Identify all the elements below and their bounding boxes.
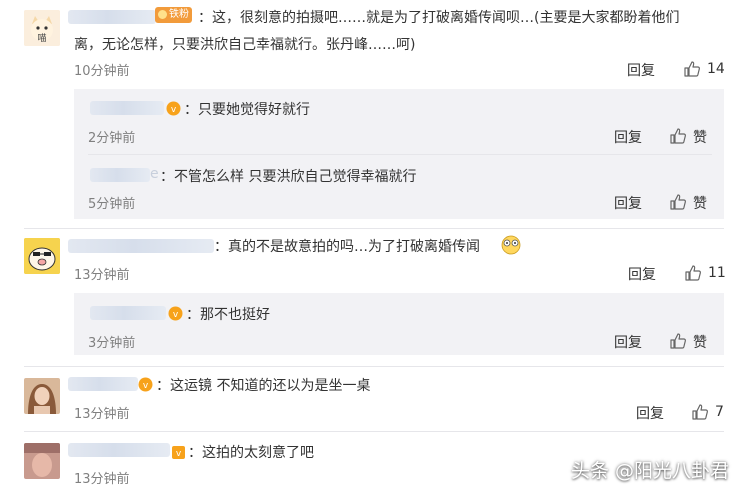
avatar[interactable] — [24, 443, 60, 479]
cat-avatar-icon: 喵 — [24, 10, 60, 46]
comment-text-continued: 离，无论怎样，只要洪欣自己幸福就行。张丹峰……呵) — [74, 37, 416, 53]
like-button-label[interactable]: 赞 — [693, 193, 707, 213]
reply-button[interactable]: 回复 — [628, 264, 656, 284]
reply-button[interactable]: 回复 — [614, 127, 642, 147]
username[interactable] — [68, 443, 170, 457]
thumbs-up-icon[interactable] — [691, 403, 709, 421]
pig-avatar-icon — [24, 238, 60, 274]
timestamp: 10分钟前 — [74, 64, 130, 79]
svg-text:v: v — [143, 381, 149, 391]
thumbs-up-icon[interactable] — [684, 264, 702, 282]
svg-text:v: v — [171, 105, 177, 115]
timestamp: 5分钟前 — [88, 197, 136, 212]
vip-icon: v — [166, 101, 181, 116]
reply-button[interactable]: 回复 — [636, 403, 664, 423]
avatar[interactable]: 喵 — [24, 10, 60, 46]
username[interactable] — [68, 239, 214, 253]
svg-text:喵: 喵 — [37, 33, 46, 44]
like-button-label[interactable]: 赞 — [693, 332, 707, 352]
reply-button[interactable]: 回复 — [614, 332, 642, 352]
vip-icon: v — [168, 306, 183, 321]
avatar[interactable] — [24, 238, 60, 274]
fan-badge: 铁粉 — [155, 7, 192, 23]
reply-text: ：不管怎么样 只要洪欣自己觉得幸福就行 — [160, 169, 417, 185]
svg-text:v: v — [176, 449, 182, 459]
like-count: 11 — [708, 265, 726, 281]
divider — [24, 228, 724, 229]
shocked-emoji-icon — [501, 235, 521, 255]
thumbs-up-icon[interactable] — [683, 60, 701, 78]
photo-avatar-icon — [24, 443, 60, 479]
reply-button[interactable]: 回复 — [614, 193, 642, 213]
like-button-label[interactable]: 赞 — [693, 127, 707, 147]
reply-username[interactable] — [90, 306, 166, 320]
vip-icon: v — [138, 377, 153, 392]
divider — [24, 431, 724, 432]
avatar[interactable] — [24, 378, 60, 414]
comment-text: ：真的不是故意拍的吗…为了打破离婚传闻 — [214, 239, 480, 255]
reply-username-tail: e — [150, 166, 159, 182]
vip-icon: v — [172, 446, 185, 459]
portrait-avatar-icon — [24, 378, 60, 414]
timestamp: 13分钟前 — [74, 407, 130, 422]
thumbs-up-icon[interactable] — [669, 332, 687, 350]
comment-text: ：这运镜 不知道的还以为是坐一桌 — [156, 378, 371, 394]
timestamp: 13分钟前 — [74, 268, 130, 283]
timestamp: 2分钟前 — [88, 131, 136, 146]
like-count: 7 — [715, 404, 724, 420]
comment-text: ：这，很刻意的拍摄吧……就是为了打破离婚传闻呗…(主要是大家都盼着他们 — [198, 10, 680, 26]
like-count: 14 — [707, 61, 725, 77]
reply-text: ：那不也挺好 — [186, 307, 270, 323]
divider — [24, 366, 724, 367]
timestamp: 3分钟前 — [88, 336, 136, 351]
comment-text: ：这拍的太刻意了吧 — [188, 445, 314, 461]
reply-username[interactable] — [90, 168, 150, 182]
username[interactable] — [68, 10, 156, 24]
thumbs-up-icon[interactable] — [669, 193, 687, 211]
watermark: 头条 @阳光八卦君 — [571, 460, 730, 482]
divider — [88, 154, 712, 155]
svg-text:v: v — [173, 310, 179, 320]
reply-button[interactable]: 回复 — [627, 60, 655, 80]
thumbs-up-icon[interactable] — [669, 127, 687, 145]
reply-text: ：只要她觉得好就行 — [184, 102, 310, 118]
reply-username[interactable] — [90, 101, 164, 115]
username[interactable] — [68, 377, 138, 391]
timestamp: 13分钟前 — [74, 472, 130, 487]
